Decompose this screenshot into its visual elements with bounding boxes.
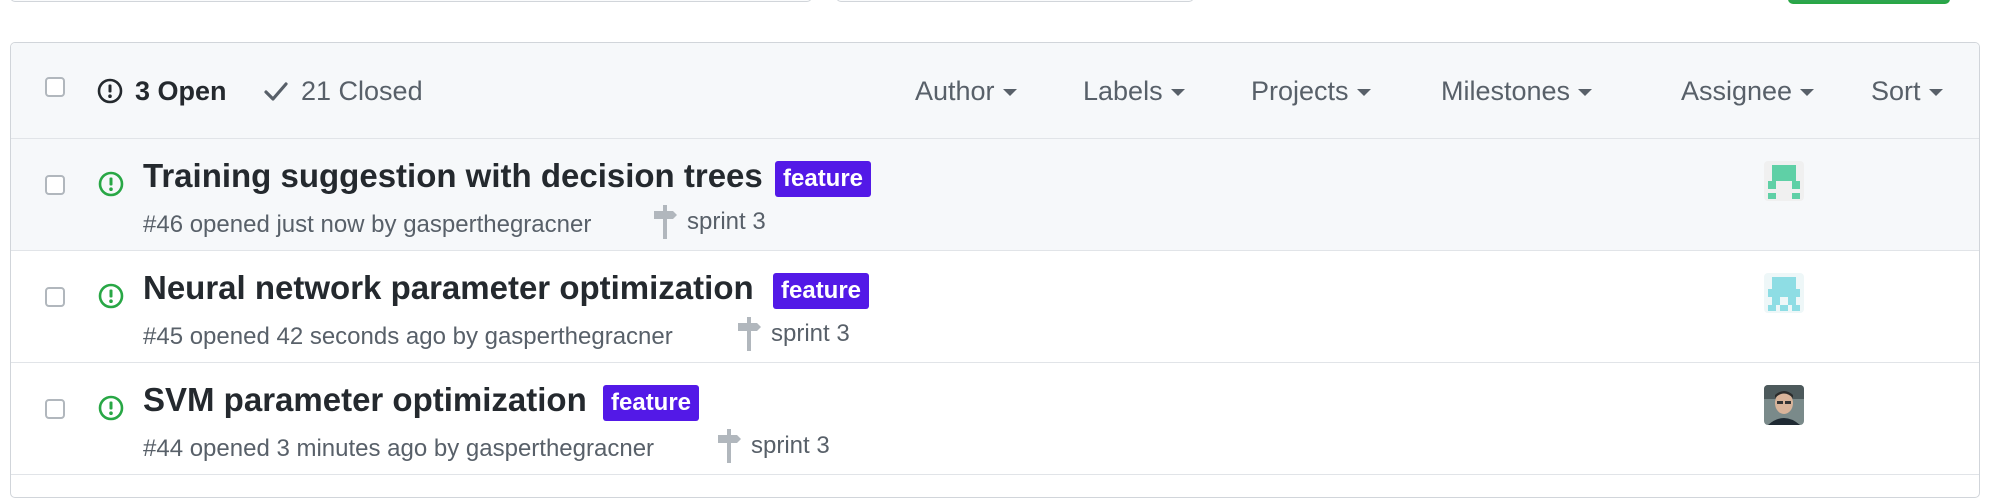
issue-meta: #46 opened just now by gasperthegracner <box>143 211 592 238</box>
closed-count-label: 21 Closed <box>301 75 423 106</box>
select-all-checkbox[interactable] <box>45 77 65 97</box>
milestone-link[interactable]: sprint 3 <box>717 429 830 463</box>
open-issues-toggle[interactable]: 3 Open <box>97 65 227 117</box>
top-toolbar <box>0 0 1990 10</box>
chevron-down-icon <box>1356 89 1371 96</box>
milestones-filter-label: Milestones <box>1441 75 1571 106</box>
issue-title-link[interactable]: Neural network parameter optimization <box>143 269 754 307</box>
milestones-filter[interactable]: Milestones <box>1441 65 1593 117</box>
issues-list: 3 Open 21 Closed Author Labels Projects … <box>10 42 1980 498</box>
issue-meta: #45 opened 42 seconds ago by gasperthegr… <box>143 323 673 350</box>
label-feature[interactable]: feature <box>603 385 700 421</box>
issue-title-link[interactable]: SVM parameter optimization <box>143 381 587 419</box>
assignee-filter-label: Assignee <box>1681 75 1793 106</box>
author-filter[interactable]: Author <box>915 65 1017 117</box>
issue-opened-icon <box>98 171 124 197</box>
issues-list-header: 3 Open 21 Closed Author Labels Projects … <box>11 43 1979 139</box>
label-feature[interactable]: feature <box>773 273 870 309</box>
labels-filter-label: Labels <box>1083 75 1163 106</box>
chevron-down-icon <box>1170 89 1185 96</box>
labels-filter[interactable]: Labels <box>1083 65 1185 117</box>
milestone-link[interactable]: sprint 3 <box>653 205 766 239</box>
label-feature[interactable]: feature <box>775 161 872 197</box>
milestone-label: sprint 3 <box>751 432 830 459</box>
open-count-label: 3 Open <box>135 75 227 106</box>
search-input[interactable] <box>10 0 812 2</box>
chevron-down-icon <box>1578 89 1593 96</box>
identicon-avatar-icon <box>1764 273 1804 313</box>
milestone-icon <box>718 429 741 463</box>
assignee-avatar[interactable] <box>1764 385 1804 425</box>
issue-row[interactable]: Neural network parameter optimization fe… <box>11 251 1979 363</box>
issue-checkbox[interactable] <box>45 175 65 195</box>
milestone-icon <box>654 205 677 239</box>
user-photo-icon <box>1764 385 1804 425</box>
milestone-link[interactable]: sprint 3 <box>737 317 850 351</box>
projects-filter[interactable]: Projects <box>1251 65 1371 117</box>
issue-checkbox[interactable] <box>45 399 65 419</box>
chevron-down-icon <box>1800 89 1815 96</box>
new-issue-button[interactable] <box>1788 0 1950 4</box>
projects-filter-label: Projects <box>1251 75 1349 106</box>
issue-checkbox[interactable] <box>45 287 65 307</box>
assignee-filter[interactable]: Assignee <box>1681 65 1815 117</box>
identicon-avatar-icon <box>1764 161 1804 201</box>
chevron-down-icon <box>1928 89 1943 96</box>
sort-filter-label: Sort <box>1871 75 1921 106</box>
author-filter-label: Author <box>915 75 995 106</box>
issue-title-link[interactable]: Training suggestion with decision trees <box>143 157 763 195</box>
check-icon <box>264 82 288 101</box>
chevron-down-icon <box>1002 89 1017 96</box>
milestone-label: sprint 3 <box>771 320 850 347</box>
milestone-label: sprint 3 <box>687 208 766 235</box>
milestone-icon <box>738 317 761 351</box>
assignee-avatar[interactable] <box>1764 161 1804 201</box>
assignee-avatar[interactable] <box>1764 273 1804 313</box>
issue-opened-icon <box>98 283 124 309</box>
issue-row[interactable]: Training suggestion with decision trees … <box>11 139 1979 251</box>
issue-meta: #44 opened 3 minutes ago by gasperthegra… <box>143 435 655 462</box>
sort-filter[interactable]: Sort <box>1871 65 1943 117</box>
issue-opened-icon <box>98 395 124 421</box>
issue-opened-icon <box>97 78 123 104</box>
issue-row[interactable]: SVM parameter optimization feature #44 o… <box>11 363 1979 475</box>
closed-issues-toggle[interactable]: 21 Closed <box>263 65 423 117</box>
labels-milestones-tabs[interactable] <box>836 0 1194 2</box>
